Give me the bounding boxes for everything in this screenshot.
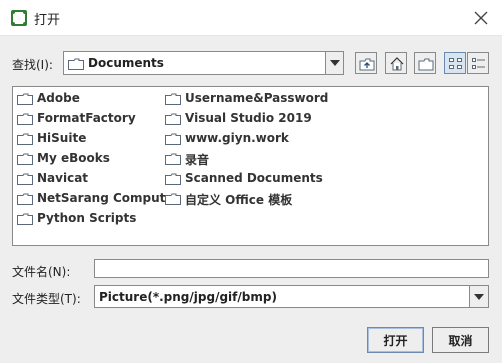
chevron-down-icon: [330, 60, 340, 66]
list-item-label: HiSuite: [37, 131, 87, 145]
list-item-label: Navicat: [37, 171, 89, 185]
chevron-down-icon: [474, 293, 484, 300]
list-item-label: Adobe: [37, 91, 80, 105]
home-button[interactable]: [385, 52, 407, 74]
file-name-label: 文件名(N):: [12, 265, 71, 279]
look-in-value: Documents: [88, 56, 164, 70]
app-icon: [11, 10, 27, 26]
list-item-label: 自定义 Office 模板: [185, 193, 293, 207]
list-item-label: www.giyn.work: [185, 131, 289, 145]
folder-icon: [17, 173, 33, 185]
look-in-dropdown-button[interactable]: [325, 52, 343, 74]
folder-icon: [17, 153, 33, 165]
up-one-level-button[interactable]: [355, 52, 377, 74]
file-type-combo[interactable]: Picture(*.png/jpg/gif/bmp): [94, 285, 489, 308]
file-list[interactable]: Adobe FormatFactory HiSuite My eBooks Navica…: [12, 86, 489, 246]
list-item-label: Python Scripts: [37, 211, 137, 225]
look-in-label: 查找(I):: [12, 58, 53, 72]
details-view-icon: [472, 58, 485, 69]
folder-icon: [165, 193, 181, 205]
folder-icon: [17, 213, 33, 225]
new-folder-button[interactable]: [414, 52, 436, 74]
new-folder-icon: [418, 58, 434, 71]
open-button[interactable]: 打开: [367, 327, 424, 353]
folder-icon: [165, 93, 181, 105]
look-in-combo[interactable]: Documents: [63, 51, 344, 75]
file-type-label: 文件类型(T):: [12, 292, 81, 306]
list-item-label: 录音: [185, 153, 210, 167]
list-item-label: Username&Password: [185, 91, 329, 105]
folder-icon: [17, 133, 33, 145]
file-name-input[interactable]: [94, 259, 489, 278]
folder-icon: [165, 173, 181, 185]
title-bar: 打开: [0, 0, 502, 36]
folder-icon: [165, 113, 181, 125]
folder-icon: [165, 153, 181, 165]
list-item-label: FormatFactory: [37, 111, 136, 125]
list-item-label: Scanned Documents: [185, 171, 323, 185]
window-title: 打开: [34, 13, 61, 28]
file-type-value: Picture(*.png/jpg/gif/bmp): [99, 290, 277, 304]
file-type-dropdown-button[interactable]: [469, 286, 488, 307]
folder-icon: [17, 113, 33, 125]
folder-icon: [165, 133, 181, 145]
details-view-button[interactable]: [467, 52, 489, 74]
home-icon: [390, 57, 404, 71]
list-view-icon: [449, 58, 462, 69]
list-item-label: NetSarang Computer: [37, 191, 180, 205]
folder-icon: [17, 193, 33, 205]
folder-icon: [17, 93, 33, 105]
cancel-button[interactable]: 取消: [432, 327, 489, 353]
list-view-button[interactable]: [444, 52, 466, 74]
up-folder-icon: [359, 58, 375, 71]
folder-icon: [68, 58, 84, 70]
list-item-label: My eBooks: [37, 151, 110, 165]
close-icon[interactable]: [474, 11, 488, 25]
list-item-label: Visual Studio 2019: [185, 111, 312, 125]
